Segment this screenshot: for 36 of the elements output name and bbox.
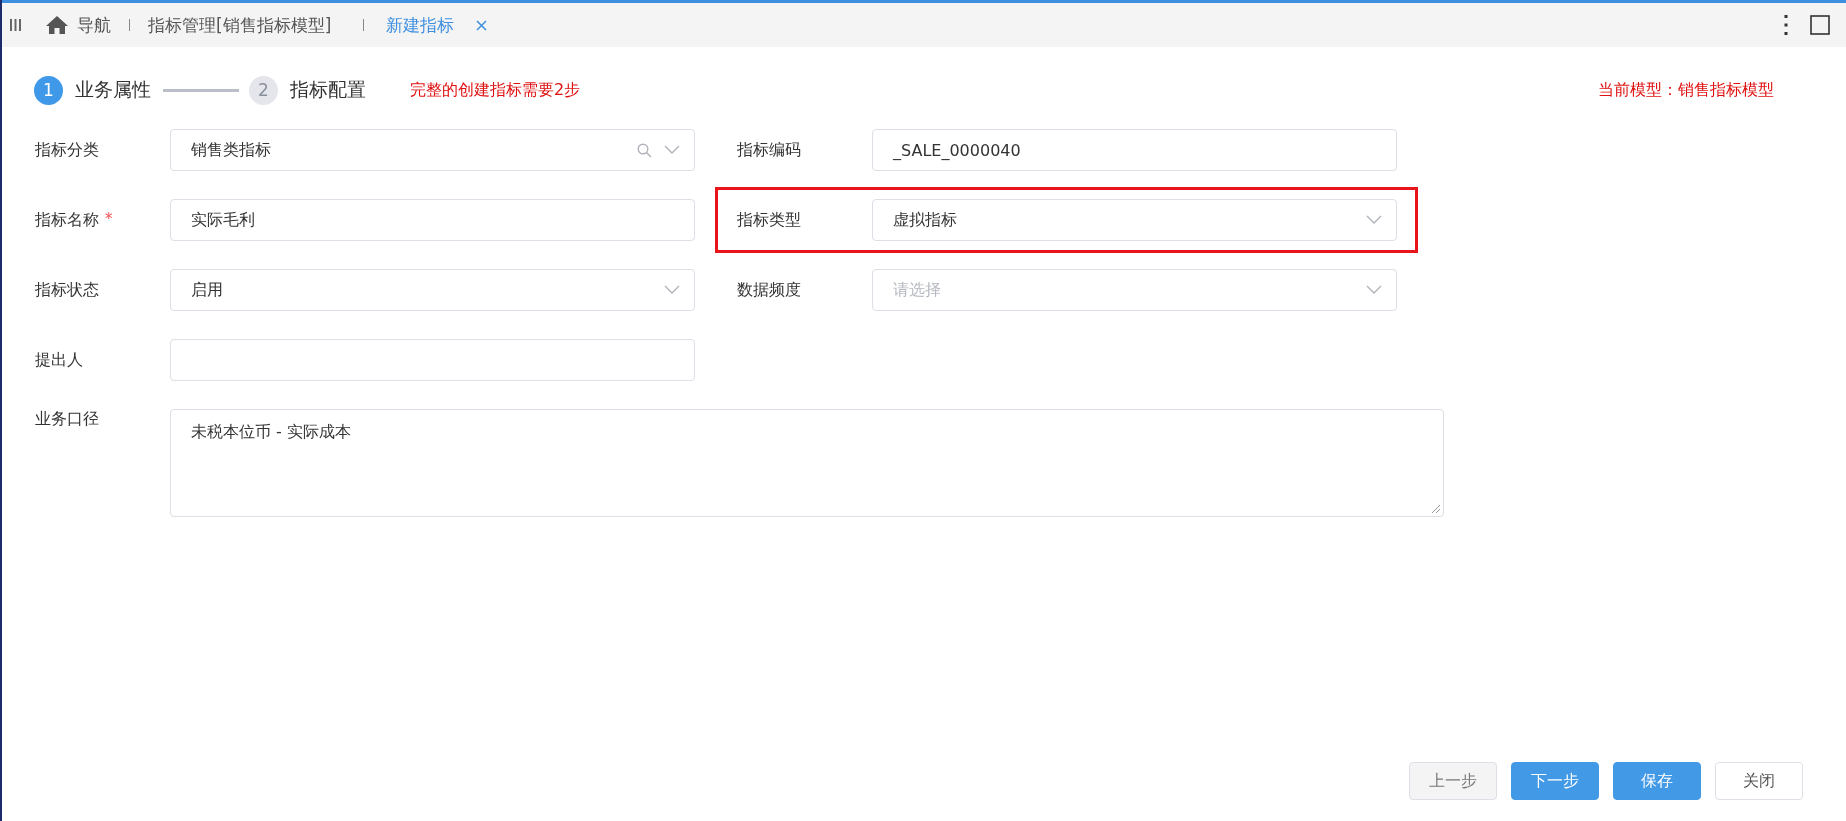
required-mark: * [105, 209, 113, 228]
select-field[interactable]: 销售类指标 [170, 129, 695, 171]
tab[interactable]: 导航 [35, 13, 121, 37]
step-label: 指标配置 [290, 77, 366, 102]
home-icon [45, 15, 69, 35]
tab[interactable]: 指标管理[销售指标模型] [138, 13, 342, 37]
field-label: 提出人 [35, 349, 83, 371]
menu-icon[interactable] [10, 19, 21, 31]
field-label: 指标名称 [35, 209, 99, 231]
maximize-icon[interactable] [1810, 15, 1830, 35]
close-icon[interactable] [476, 19, 488, 31]
chevron-down-icon[interactable] [1366, 215, 1382, 225]
search-icon[interactable] [637, 142, 652, 158]
step-label: 业务属性 [75, 77, 151, 102]
input-field[interactable] [170, 339, 695, 381]
chevron-down-icon[interactable] [664, 145, 680, 155]
field-label: 指标类型 [737, 209, 801, 231]
current-model-text: 当前模型：销售指标模型 [1598, 79, 1774, 101]
step-number: 2 [249, 75, 278, 105]
field-label: 业务口径 [35, 409, 99, 430]
resize-grip-icon[interactable] [1431, 504, 1441, 514]
field-label: 指标编码 [737, 139, 801, 161]
text-area[interactable]: 未税本位币 - 实际成本 [170, 409, 1444, 517]
step-note: 完整的创建指标需要2步 [410, 79, 581, 101]
chevron-down-icon[interactable] [664, 285, 680, 295]
input-field[interactable]: _SALE_0000040 [872, 129, 1397, 171]
field-label: 指标状态 [35, 279, 99, 301]
more-icon[interactable] [1784, 15, 1788, 35]
input-field[interactable]: 实际毛利 [170, 199, 695, 241]
select-field[interactable]: 启用 [170, 269, 695, 311]
select-field[interactable]: 虚拟指标 [872, 199, 1397, 241]
field-label: 数据频度 [737, 279, 801, 301]
step-number: 1 [34, 75, 63, 105]
action-button[interactable]: 关闭 [1715, 762, 1803, 800]
chevron-down-icon[interactable] [1366, 285, 1382, 295]
field-label: 指标分类 [35, 139, 99, 161]
